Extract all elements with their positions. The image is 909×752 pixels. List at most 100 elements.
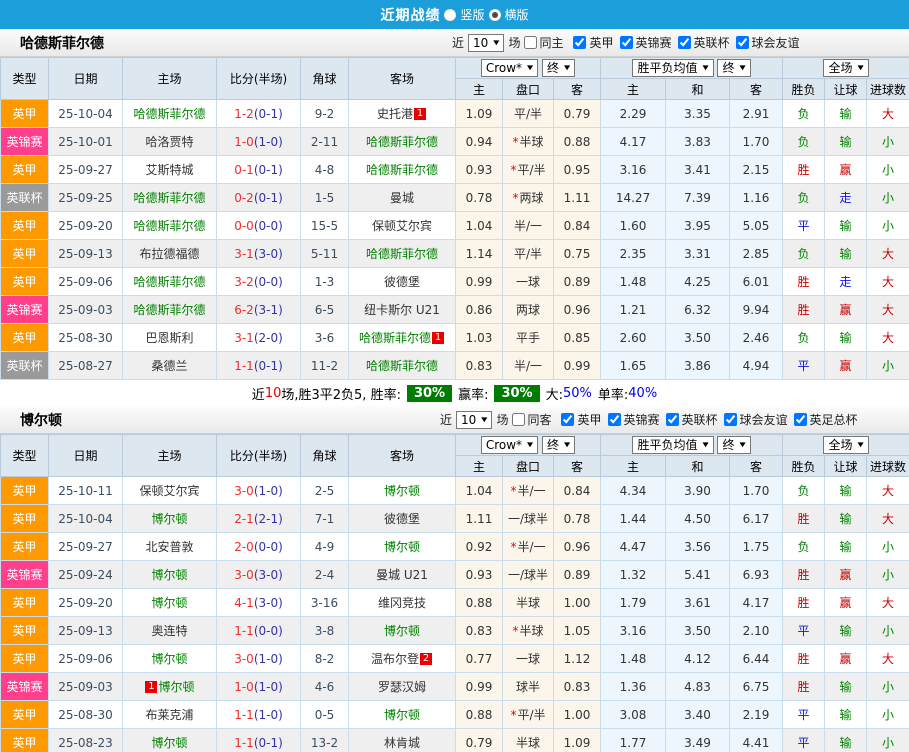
radio-checked-icon[interactable] [488, 8, 501, 21]
avg-away-cell: 1.75 [729, 532, 784, 561]
league-filter[interactable]: 英甲 [569, 33, 614, 52]
league-label: 英锦赛 [623, 413, 660, 427]
full-match-select[interactable]: 全场 ▼ [823, 436, 869, 454]
avg-select[interactable]: 胜平负均值 ▼ [632, 436, 714, 454]
date-cell: 25-10-01 [48, 127, 123, 156]
single-value: 40% [628, 385, 658, 401]
match-count-select[interactable]: 10 ▼ [456, 410, 493, 429]
radio-vertical-label: 竖版 [460, 8, 485, 22]
radio-icon[interactable] [444, 8, 457, 21]
handicap-value: 半球 [515, 596, 540, 610]
league-checkbox[interactable] [723, 413, 737, 426]
odds-away-cell: 1.09 [552, 728, 602, 752]
avg-away-cell: 4.94 [729, 351, 784, 380]
halftime-score: (3-0) [253, 567, 283, 582]
odds-value: 0.84 [563, 218, 591, 233]
result-value: 平 [797, 708, 810, 722]
odds-value: 0.83 [465, 623, 493, 638]
league-checkbox[interactable] [793, 413, 807, 426]
away-team-cell: 博尔顿 [348, 700, 456, 729]
same-home-filter[interactable]: 同主 [524, 34, 563, 51]
handicap-result-cell: 赢 [824, 351, 868, 380]
date-cell: 25-09-20 [48, 211, 123, 240]
odds-away-cell: 0.84 [552, 476, 602, 505]
odds-company-select[interactable]: Crow* ▼ [480, 59, 539, 77]
handicap-value: 一/球半 [507, 512, 549, 526]
avg-away-cell: 2.10 [729, 616, 784, 645]
layout-radio-horizontal[interactable]: 横版 [488, 6, 529, 23]
same-home-checkbox[interactable] [524, 36, 538, 49]
league-filter[interactable]: 英联杯 [662, 410, 718, 429]
col-avg-away: 客 [729, 78, 784, 100]
odds-final-select[interactable]: 终 ▼ [542, 59, 576, 77]
same-away-filter[interactable]: 同客 [512, 411, 551, 428]
league-checkbox[interactable] [561, 413, 575, 426]
odds-final-select[interactable]: 终 ▼ [542, 436, 576, 454]
league-checkbox[interactable] [573, 36, 587, 49]
home-team-cell: 保顿艾尔宾 [122, 476, 217, 505]
fulltime-score: 4-1 [234, 595, 254, 610]
handicap-cell: 一/球半 [502, 504, 554, 533]
match-row: 英甲 25-10-04 博尔顿 2-1(2-1) 7-1 彼德堡 1.11 一/球半 0.78 1… [0, 504, 909, 533]
league-filter[interactable]: 英联杯 [674, 33, 730, 52]
same-away-checkbox[interactable] [512, 413, 526, 426]
away-team-cell: 哈德斯菲尔德 [348, 239, 456, 268]
league-filter[interactable]: 球会友谊 [720, 410, 788, 429]
result-value: 赢 [839, 303, 852, 317]
avg-value: 6.17 [742, 511, 770, 526]
avg-final-select[interactable]: 终 ▼ [717, 59, 751, 77]
avg-home-cell: 1.21 [600, 295, 667, 324]
handicap-cell: 半/一 [502, 351, 554, 380]
handicap-cell: 球半 [502, 672, 554, 701]
result-cell: 负 [782, 323, 826, 352]
league-checkbox[interactable] [677, 36, 691, 49]
avg-value: 4.17 [619, 134, 647, 149]
date-cell: 25-09-24 [48, 560, 123, 589]
match-date: 25-09-27 [58, 162, 113, 177]
score-cell: 4-1(3-0) [216, 588, 301, 617]
league-filter[interactable]: 英足总杯 [790, 410, 858, 429]
corner-cell: 4-8 [300, 155, 349, 184]
league-filter[interactable]: 球会友谊 [732, 33, 800, 52]
league-type-label: 英甲 [12, 512, 37, 526]
odds-company-select[interactable]: Crow* ▼ [480, 436, 539, 454]
red-card-badge: 2 [420, 653, 432, 665]
avg-value: 6.32 [684, 302, 711, 317]
avg-value: 2.85 [742, 246, 770, 261]
odds-home-cell: 0.93 [455, 560, 503, 589]
filter-controls: 近 10 ▼ 场 同主 英甲 英锦赛 英联杯 球会友谊 [452, 33, 800, 52]
matches-table: 类型 日期 主场 比分(半场) 角球 客场 Crow* ▼ 终 ▼ 胜平负均值 ▼ 终… [0, 57, 909, 380]
match-row: 英联杯 25-09-25 哈德斯菲尔德 0-2(0-1) 1-5 曼城 0.78 *两球 1.1… [0, 183, 909, 212]
odds-value: 0.88 [465, 595, 493, 610]
league-checkbox[interactable] [665, 413, 679, 426]
avg-value: 4.50 [684, 511, 711, 526]
result-cell: 平 [782, 700, 826, 729]
date-cell: 25-08-30 [48, 700, 123, 729]
match-count-select[interactable]: 10 ▼ [468, 33, 505, 52]
avg-select[interactable]: 胜平负均值 ▼ [632, 59, 714, 77]
team-name-text: 哈德斯菲尔德 [358, 331, 431, 345]
result-cell: 负 [782, 239, 826, 268]
col-avg-away: 客 [729, 455, 784, 477]
avg-final-select[interactable]: 终 ▼ [717, 436, 751, 454]
score-cell: 1-1(1-0) [216, 700, 301, 729]
league-checkbox[interactable] [619, 36, 633, 49]
league-filter[interactable]: 英甲 [557, 410, 602, 429]
same-home-label: 同主 [539, 36, 564, 50]
team-name-text: 巴恩斯利 [145, 331, 194, 345]
avg-away-cell: 2.46 [729, 323, 784, 352]
corner-score: 2-5 [314, 483, 335, 498]
league-checkbox[interactable] [735, 36, 749, 49]
league-type-label: 英甲 [12, 275, 37, 289]
corner-cell: 4-9 [300, 532, 349, 561]
league-checkbox[interactable] [607, 413, 621, 426]
league-filter[interactable]: 英锦赛 [604, 410, 660, 429]
layout-radio-vertical[interactable]: 竖版 [444, 6, 485, 23]
result-value: 输 [839, 680, 852, 694]
league-filter[interactable]: 英锦赛 [616, 33, 672, 52]
league-type-label: 英联杯 [6, 191, 43, 205]
avg-value: 3.08 [619, 707, 647, 722]
match-date: 25-09-13 [58, 623, 113, 638]
away-team-cell: 哈德斯菲尔德 [348, 155, 456, 184]
full-match-select[interactable]: 全场 ▼ [823, 59, 869, 77]
